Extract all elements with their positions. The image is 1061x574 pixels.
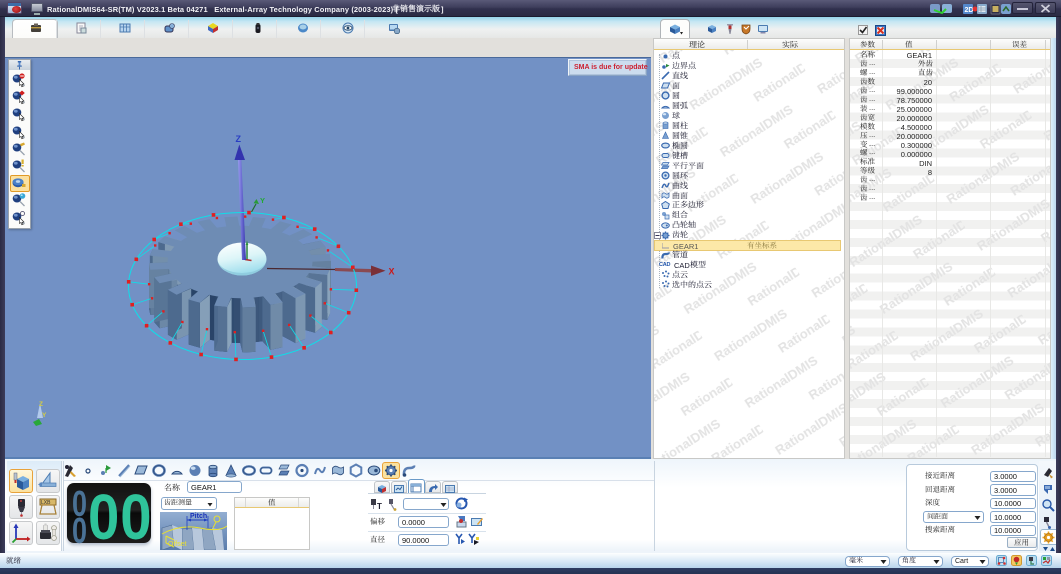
- svg-text:Z: Z: [236, 134, 242, 144]
- svg-text:X: X: [389, 267, 395, 277]
- svg-text:2D: 2D: [965, 7, 974, 14]
- svg-text:Y: Y: [260, 196, 265, 205]
- svg-text:Y: Y: [42, 412, 47, 419]
- svg-text:Pitch: Pitch: [190, 513, 207, 520]
- svg-text:Offset: Offset: [168, 541, 187, 548]
- svg-text:T: T: [377, 502, 382, 511]
- svg-text:Z: Z: [39, 401, 43, 408]
